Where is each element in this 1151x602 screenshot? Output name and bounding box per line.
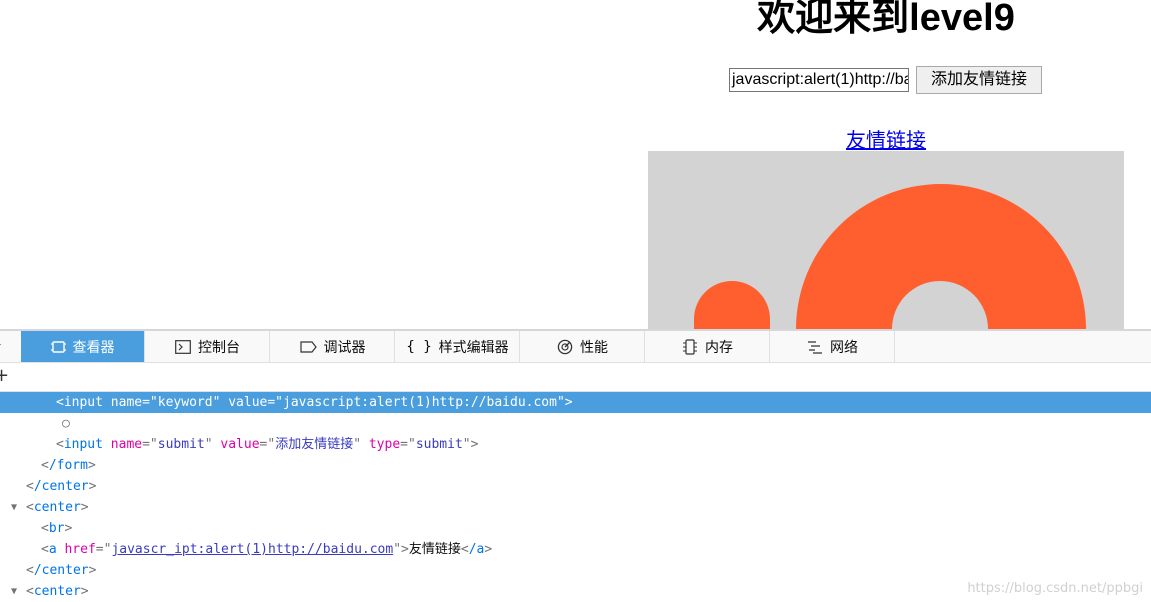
markup-node[interactable]: </form> [0, 455, 1151, 476]
attr-value: keyword [157, 395, 213, 410]
tab-label: 查看器 [72, 339, 115, 356]
tab-network[interactable]: 网络 [771, 331, 895, 362]
markup-node[interactable]: <br> [0, 518, 1151, 539]
inspector-icon [50, 340, 66, 354]
tag-name: input [63, 437, 103, 452]
tab-label: 内存 [705, 339, 733, 356]
tag-name: a [48, 542, 57, 557]
performance-icon [557, 339, 573, 355]
attr-name: name [110, 395, 143, 410]
attr-value: submit [415, 437, 463, 452]
tab-label: 样式编辑器 [438, 339, 509, 356]
tag-name: /center [33, 479, 89, 494]
watermark: https://blog.csdn.net/ppbgi [967, 581, 1143, 596]
attr-name: href [64, 542, 96, 557]
markup-node[interactable]: ○ [0, 413, 1151, 434]
tag-name: input [63, 395, 103, 410]
markup-node-selected[interactable]: <input name="keyword" value="javascript:… [0, 392, 1151, 413]
markup-node[interactable]: </center> [0, 476, 1151, 497]
tab-label: 性能 [580, 339, 608, 356]
attr-name: type [368, 437, 401, 452]
attr-name: name [110, 437, 143, 452]
markup-node[interactable]: ▼ <center> [0, 497, 1151, 518]
tab-memory[interactable]: 内存 [646, 331, 770, 362]
markup-node[interactable]: <input name="submit" value="添加友情链接" type… [0, 434, 1151, 455]
tab-console[interactable]: 控制台 [146, 331, 270, 362]
debugger-icon [299, 340, 317, 353]
keyword-input[interactable]: javascript:alert(1)http://baidu.com [729, 68, 909, 92]
tag-name: /center [33, 563, 89, 578]
tab-performance[interactable]: 性能 [521, 331, 645, 362]
console-icon [175, 339, 191, 354]
network-icon [807, 340, 823, 354]
attr-value: javascript:alert(1)http://baidu.com [283, 395, 557, 410]
markup-node[interactable]: </center> [0, 560, 1151, 581]
logo-image [648, 151, 1124, 329]
attr-value: submit [157, 437, 205, 452]
attr-name: value [220, 437, 260, 452]
friend-link[interactable]: 友情链接 [846, 124, 926, 153]
attr-value: 添加友情链接 [275, 437, 354, 452]
tab-label: 调试器 [323, 339, 366, 356]
markup-node[interactable]: <a href="javascr_ipt:alert(1)http://baid… [0, 539, 1151, 560]
page-title: 欢迎来到level9 [757, 0, 1015, 39]
devtools-panel: ⌖ 查看器 控制台 调试器 { } 样式编辑器 性能 [0, 329, 1151, 602]
add-friend-link-button[interactable]: 添加友情链接 [916, 66, 1042, 94]
element-picker-icon[interactable]: ⌖ [0, 338, 8, 354]
tab-inspector[interactable]: 查看器 [21, 331, 145, 362]
tab-label: 控制台 [198, 339, 240, 356]
pseudo-node: ○ [62, 416, 70, 431]
tag-name: /a [468, 542, 485, 557]
tab-debugger[interactable]: 调试器 [271, 331, 395, 362]
memory-icon [682, 338, 698, 355]
tag-name: center [33, 500, 81, 515]
tag-name: br [48, 521, 65, 536]
devtools-tab-bar: ⌖ 查看器 控制台 调试器 { } 样式编辑器 性能 [0, 331, 1151, 363]
tag-name: center [33, 584, 81, 599]
tag-name: /form [48, 458, 88, 473]
attr-value-link[interactable]: javascr_ipt:alert(1)http://baidu.com [111, 542, 393, 557]
page-viewport: 欢迎来到level9 javascript:alert(1)http://bai… [0, 0, 1151, 329]
expand-triangle-icon[interactable]: ▼ [11, 497, 17, 518]
attr-name: value [228, 395, 268, 410]
expand-triangle-icon[interactable]: ▼ [11, 581, 17, 602]
tab-label: 网络 [830, 339, 858, 356]
style-editor-icon: { } [406, 338, 432, 355]
add-node-icon[interactable]: + [0, 367, 9, 385]
tab-style-editor[interactable]: { } 样式编辑器 [396, 331, 520, 362]
node-text: 友情链接 [408, 542, 461, 557]
inspector-toolbar: + [0, 363, 1151, 392]
